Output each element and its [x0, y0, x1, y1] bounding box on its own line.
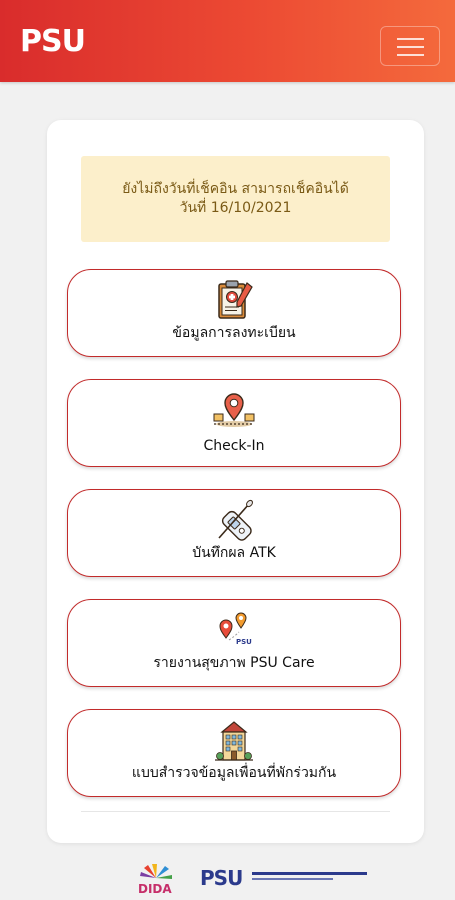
check-in-button[interactable]: Check-In	[67, 379, 401, 467]
registration-info-label: ข้อมูลการลงทะเบียน	[172, 325, 296, 341]
svg-text:PSU: PSU	[236, 638, 252, 646]
hamburger-icon-line	[397, 54, 424, 56]
main-card: ยังไม่ถึงวันที่เช็คอิน สามารถเช็คอินได้ …	[47, 120, 424, 843]
notice-line-2: วันที่ 16/10/2021	[179, 200, 292, 216]
psu-footer-logo-text: PSU	[200, 866, 243, 890]
check-in-label: Check-In	[203, 438, 265, 454]
checkin-notice: ยังไม่ถึงวันที่เช็คอิน สามารถเช็คอินได้ …	[81, 156, 390, 242]
card-divider	[81, 811, 390, 812]
psu-care-report-button[interactable]: PSU รายงานสุขภาพ PSU Care	[67, 599, 401, 687]
svg-text:DIDA: DIDA	[138, 882, 172, 896]
record-atk-button[interactable]: บันทึกผล ATK	[67, 489, 401, 577]
registration-info-button[interactable]: ข้อมูลการลงทะเบียน	[67, 269, 401, 357]
psu-logo[interactable]: PSU	[20, 22, 86, 62]
map-pin-icon	[213, 393, 255, 427]
building-icon	[215, 721, 253, 761]
notice-line-1: ยังไม่ถึงวันที่เช็คอิน สามารถเช็คอินได้	[122, 181, 349, 197]
roommate-survey-label: แบบสำรวจข้อมูลเพื่อนที่พักร่วมกัน	[131, 765, 337, 781]
clipboard-medical-icon	[218, 280, 253, 319]
psu-footer-logo: PSU	[200, 866, 370, 892]
hamburger-icon-line	[397, 46, 424, 48]
menu-button[interactable]	[380, 26, 440, 66]
footer-logos: DIDA PSU	[0, 852, 455, 897]
dida-logo: DIDA	[130, 856, 182, 896]
record-atk-label: บันทึกผล ATK	[192, 545, 276, 561]
roommate-survey-button[interactable]: แบบสำรวจข้อมูลเพื่อนที่พักร่วมกัน	[67, 709, 401, 797]
psu-care-report-label: รายงานสุขภาพ PSU Care	[153, 655, 315, 671]
swab-test-icon	[218, 499, 253, 541]
top-app-bar: PSU	[0, 0, 455, 82]
hamburger-icon-line	[397, 38, 424, 40]
dida-logo-mark: DIDA	[138, 864, 172, 896]
psu-footer-logo-lines	[252, 872, 367, 880]
route-pins-icon: PSU	[219, 612, 252, 646]
